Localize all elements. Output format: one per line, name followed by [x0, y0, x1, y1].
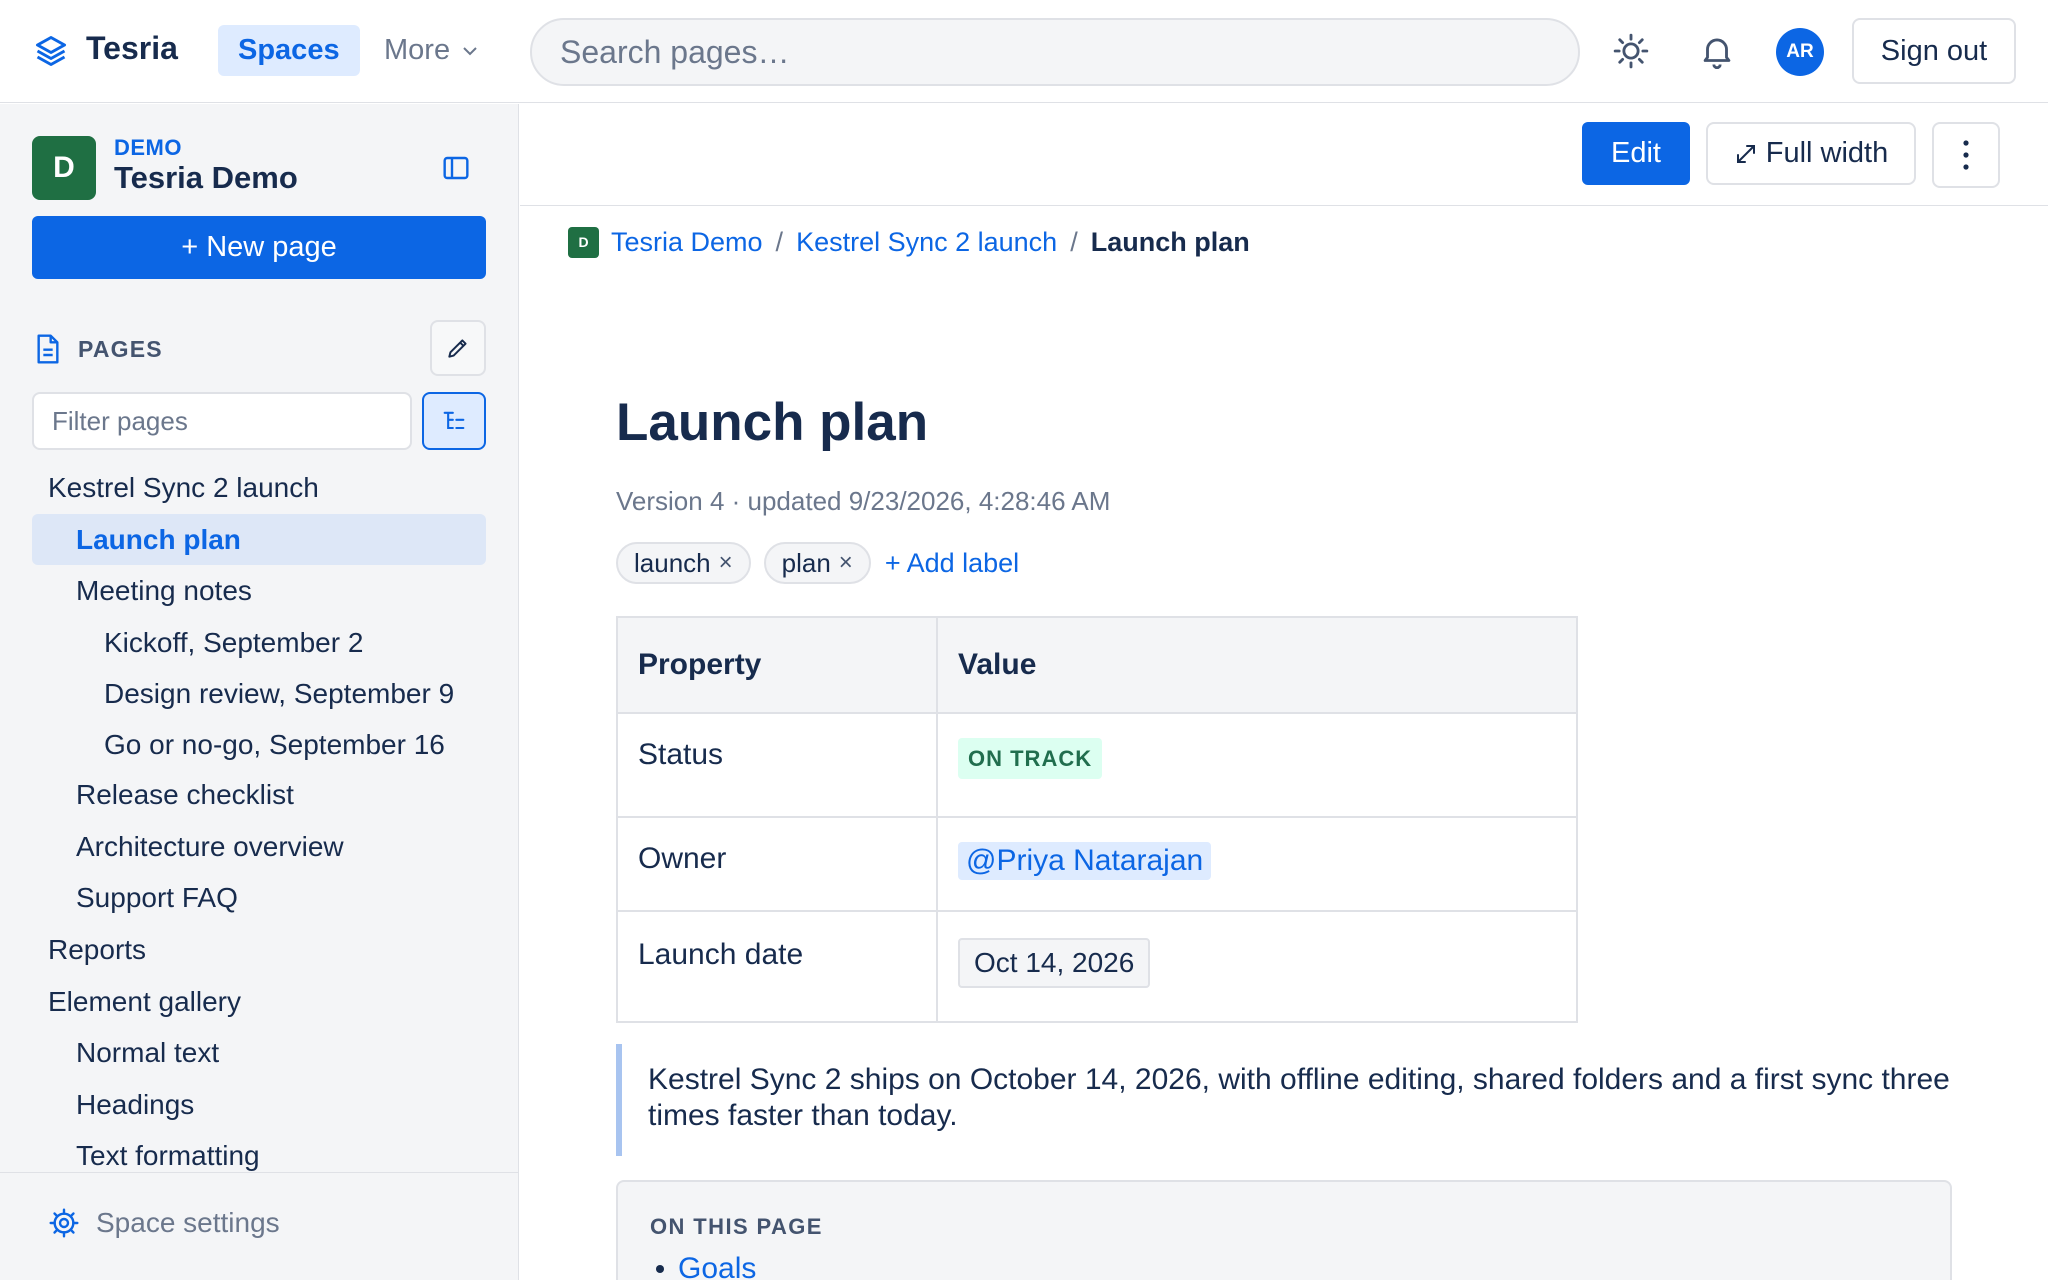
- table-header-row: Property Value: [616, 616, 1578, 714]
- label-chip-text: plan: [781, 548, 831, 578]
- table-row: Launch date Oct 14, 2026: [616, 910, 1578, 1023]
- remove-label-icon[interactable]: ×: [719, 544, 733, 582]
- tree-item[interactable]: Reports: [32, 924, 486, 975]
- document-icon: [37, 334, 59, 364]
- table-header: Value: [936, 616, 1578, 714]
- user-mention[interactable]: @Priya Natarajan: [958, 842, 1212, 880]
- remove-label-icon[interactable]: ×: [839, 544, 853, 582]
- breadcrumb-separator: /: [1070, 226, 1078, 257]
- toc-list: Goals: [650, 1252, 1918, 1280]
- bullet-icon: [656, 1265, 664, 1273]
- sidebar: D DEMO Tesria Demo + New page PAGES Kest…: [0, 104, 519, 1280]
- property-name: Launch date: [616, 910, 938, 1023]
- summary-quote: Kestrel Sync 2 ships on October 14, 2026…: [616, 1044, 1956, 1156]
- table-row: Status ON TRACK: [616, 712, 1578, 818]
- property-value: ON TRACK: [936, 712, 1578, 818]
- tree-item[interactable]: Meeting notes: [32, 565, 486, 616]
- space-settings-link[interactable]: Space settings: [0, 1172, 518, 1280]
- expand-arrows-icon: [1736, 144, 1755, 163]
- page-version-meta: Version 4 · updated 9/23/2026, 4:28:46 A…: [616, 486, 1111, 516]
- pages-section-label: PAGES: [78, 336, 163, 362]
- filter-pages-input[interactable]: [32, 392, 412, 450]
- user-avatar[interactable]: AR: [1776, 28, 1824, 76]
- property-name: Owner: [616, 816, 938, 912]
- space-settings-label: Space settings: [96, 1207, 280, 1238]
- table-header: Property: [616, 616, 938, 714]
- add-label-link[interactable]: + Add label: [885, 548, 1019, 579]
- label-chip[interactable]: launch ×: [616, 542, 751, 584]
- full-width-label: Full width: [1765, 137, 1889, 169]
- collapse-sidebar-icon[interactable]: [440, 152, 472, 184]
- full-width-button[interactable]: Full width: [1706, 122, 1916, 185]
- breadcrumb-link-parent[interactable]: Kestrel Sync 2 launch: [796, 227, 1057, 258]
- new-page-button[interactable]: + New page: [32, 216, 486, 279]
- tree-item[interactable]: Release checklist: [32, 769, 486, 820]
- search-input[interactable]: [530, 18, 1580, 86]
- nav-more-label: More: [384, 34, 451, 66]
- tree-item[interactable]: Kestrel Sync 2 launch: [32, 462, 486, 513]
- top-bar: Tesria Spaces More AR Sign out: [0, 0, 2048, 103]
- tree-view-toggle-button[interactable]: [422, 392, 486, 450]
- property-name: Status: [616, 712, 938, 818]
- sign-out-button[interactable]: Sign out: [1852, 18, 2016, 84]
- page-tree: Kestrel Sync 2 launch Launch plan Meetin…: [32, 462, 486, 1270]
- toc-link[interactable]: Goals: [678, 1252, 756, 1280]
- tree-item[interactable]: Support FAQ: [32, 872, 486, 923]
- label-chip[interactable]: plan ×: [763, 542, 871, 584]
- toc-title: ON THIS PAGE: [650, 1214, 823, 1239]
- status-badge: ON TRACK: [958, 738, 1103, 779]
- tree-structure-icon: [443, 411, 465, 430]
- properties-table: Property Value Status ON TRACK Owner @Pr…: [616, 616, 1578, 1023]
- space-avatar[interactable]: D: [32, 136, 96, 200]
- page-toolbar: Edit Full width: [520, 104, 2048, 206]
- tree-item[interactable]: Design review, September 9: [32, 668, 486, 719]
- breadcrumb-link-space[interactable]: Tesria Demo: [611, 227, 763, 258]
- breadcrumb-space-avatar[interactable]: D: [568, 226, 599, 258]
- date-chip[interactable]: Oct 14, 2026: [958, 938, 1151, 988]
- nav-spaces[interactable]: Spaces: [218, 25, 360, 76]
- notifications-bell-icon[interactable]: [1698, 32, 1736, 70]
- space-name[interactable]: Tesria Demo: [114, 160, 298, 196]
- breadcrumb-separator: /: [775, 226, 784, 257]
- more-actions-button[interactable]: [1932, 122, 2000, 188]
- table-row: Owner @Priya Natarajan: [616, 816, 1578, 912]
- table-of-contents: ON THIS PAGE Goals: [616, 1180, 1952, 1280]
- edit-button[interactable]: Edit: [1582, 122, 1690, 185]
- tree-item[interactable]: Headings: [32, 1079, 486, 1130]
- gear-icon: [49, 1208, 79, 1238]
- edit-page-tree-button[interactable]: [430, 320, 486, 376]
- tree-item[interactable]: Kickoff, September 2: [32, 617, 486, 668]
- tree-item[interactable]: Architecture overview: [32, 821, 486, 872]
- tree-item-active[interactable]: Launch plan: [32, 514, 486, 565]
- tree-item[interactable]: Normal text: [32, 1027, 486, 1078]
- app-name[interactable]: Tesria: [86, 30, 178, 67]
- chevron-down-icon: [463, 46, 477, 55]
- tree-item[interactable]: Element gallery: [32, 976, 486, 1027]
- breadcrumb-current: Launch plan: [1090, 226, 1250, 257]
- nav-more[interactable]: More: [384, 25, 480, 76]
- theme-toggle-sun-icon[interactable]: [1612, 32, 1650, 70]
- property-value: @Priya Natarajan: [936, 816, 1578, 912]
- page-labels: launch × plan × + Add label: [616, 542, 1019, 584]
- property-value: Oct 14, 2026: [936, 910, 1578, 1023]
- space-key: DEMO: [114, 135, 182, 160]
- label-chip-text: launch: [634, 548, 711, 578]
- breadcrumb: D Tesria Demo / Kestrel Sync 2 launch / …: [568, 226, 1250, 258]
- layers-logo-icon[interactable]: [33, 33, 69, 69]
- page-title: Launch plan: [616, 393, 929, 452]
- pencil-icon: [448, 339, 467, 358]
- more-vertical-icon: [1963, 140, 1969, 170]
- tree-item[interactable]: Go or no-go, September 16: [32, 719, 486, 770]
